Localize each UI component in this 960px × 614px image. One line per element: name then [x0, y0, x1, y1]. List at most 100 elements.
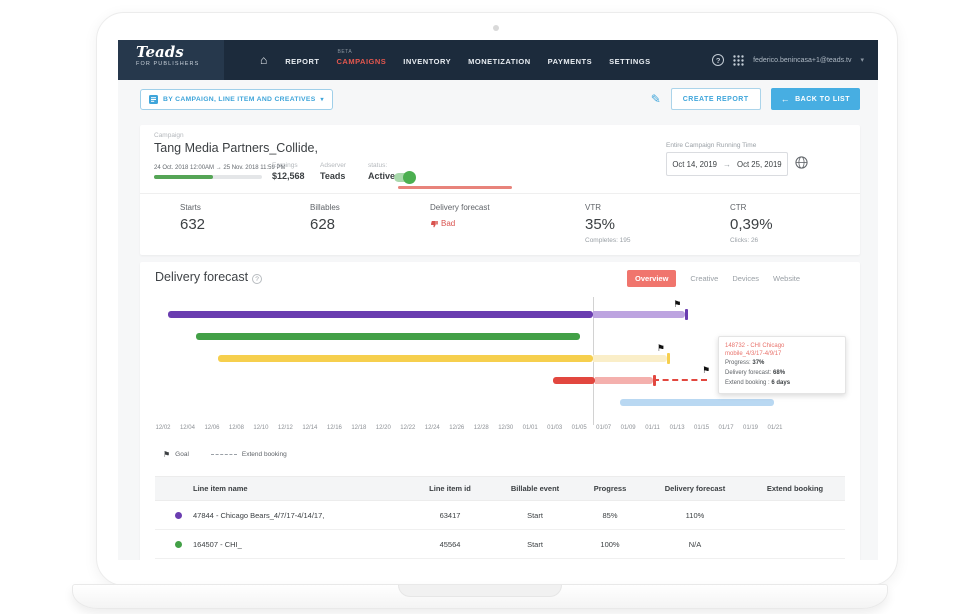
stat-value: 0,39%: [730, 216, 773, 233]
logo-tagline: FOR PUBLISHERS: [136, 61, 224, 67]
nav-item-label: PAYMENTS: [548, 57, 592, 66]
apps-grid-icon[interactable]: [733, 55, 744, 66]
goal-tick: [667, 353, 670, 364]
nav-item-label: REPORT: [285, 57, 319, 66]
col-extend-booking: Extend booking: [745, 477, 845, 501]
gantt-bar[interactable]: [620, 399, 774, 406]
campaign-section-label: Campaign: [154, 132, 184, 139]
x-axis-label: 12/30: [498, 425, 513, 431]
stat-bad-value: Bad: [430, 219, 490, 228]
goal-tick: [685, 309, 688, 320]
scroll-indicator[interactable]: [398, 186, 512, 189]
teads-logo[interactable]: Teads FOR PUBLISHERS: [118, 40, 224, 80]
gantt-bar-forecast[interactable]: [595, 377, 653, 384]
nav-item-payments[interactable]: PAYMENTS: [548, 55, 592, 66]
arrow-right-icon: →: [723, 160, 731, 169]
col-progress: Progress: [575, 477, 645, 501]
tab-website[interactable]: Website: [773, 274, 800, 283]
line-item-color-dot: [175, 512, 182, 519]
delivery-forecast-card: Delivery forecast ? Overview Creative Devi…: [140, 262, 860, 560]
goal-flag-icon: ⚑: [673, 300, 681, 309]
user-menu-chevron-icon[interactable]: ▾: [860, 56, 864, 64]
gantt-plot: ⚑⚑⚑12/0212/0412/0612/0812/1012/1212/1412…: [163, 297, 775, 442]
stat-label: VTR: [585, 203, 631, 212]
nav-item-settings[interactable]: SETTINGS: [609, 55, 651, 66]
stat-value: 628: [310, 216, 340, 233]
legend-extend-booking: Extend booking: [211, 451, 287, 458]
nav-item-label: SETTINGS: [609, 57, 651, 66]
webcam-dot: [493, 25, 499, 31]
help-icon[interactable]: ?: [712, 54, 724, 66]
globe-icon[interactable]: [795, 156, 808, 169]
running-time-start: Oct 14, 2019: [672, 160, 717, 169]
stat-label: Billables: [310, 203, 340, 212]
gantt-bar[interactable]: [553, 377, 595, 384]
stat-starts: Starts632: [180, 203, 205, 233]
gantt-bar-forecast[interactable]: [593, 311, 685, 318]
flag-icon: ⚑: [163, 450, 170, 459]
x-axis-label: 01/21: [767, 425, 782, 431]
x-axis-label: 12/10: [253, 425, 268, 431]
extend-booking-cell: [745, 530, 845, 559]
edit-pencil-icon[interactable]: ✎: [651, 92, 661, 106]
table-row[interactable]: 47844 - Chicago Bears_4/7/17-4/14/17,634…: [155, 501, 845, 530]
create-report-button[interactable]: CREATE REPORT: [671, 88, 761, 110]
gantt-bar-forecast[interactable]: [593, 355, 667, 362]
x-axis-label: 12/04: [180, 425, 195, 431]
tooltip-forecast: Delivery forecast: 68%: [725, 368, 839, 378]
running-time-input[interactable]: Oct 14, 2019 → Oct 25, 2019: [666, 152, 788, 176]
user-email[interactable]: federico.benincasa+1@teads.tv: [753, 57, 851, 64]
x-axis-label: 12/20: [376, 425, 391, 431]
billable-event-cell: Start: [495, 501, 575, 530]
tab-overview[interactable]: Overview: [627, 270, 676, 287]
earnings-label: Earnings: [272, 162, 298, 169]
x-axis-label: 01/17: [719, 425, 734, 431]
adserver-value: Teads: [320, 171, 345, 181]
nav-item-report[interactable]: REPORT: [285, 55, 319, 66]
table-header-row: Line item name Line item id Billable eve…: [155, 477, 845, 501]
nav-item-label: CAMPAIGNS: [337, 57, 387, 66]
nav-item-inventory[interactable]: INVENTORY: [403, 55, 451, 66]
x-axis-label: 01/13: [670, 425, 685, 431]
stat-label: Starts: [180, 203, 205, 212]
tab-devices[interactable]: Devices: [732, 274, 759, 283]
status-label: status:: [368, 162, 387, 169]
line-item-id-cell: 45564: [405, 530, 495, 559]
x-axis-label: 01/01: [523, 425, 538, 431]
tab-creative[interactable]: Creative: [690, 274, 718, 283]
table-row[interactable]: 164507 - CHI_45564Start100%N/A: [155, 530, 845, 559]
nav-item-label: INVENTORY: [403, 57, 451, 66]
back-to-list-label: BACK TO LIST: [795, 96, 850, 103]
legend-goal-label: Goal: [175, 451, 189, 458]
x-axis-label: 12/26: [449, 425, 464, 431]
x-axis-label: 12/18: [351, 425, 366, 431]
section-title: Delivery forecast: [155, 270, 248, 284]
beta-badge: BETA: [338, 49, 353, 55]
line-item-name-cell: 164507 - CHI_: [155, 530, 405, 559]
line-item-name-cell: 47844 - Chicago Bears_4/7/17-4/14/17,: [155, 501, 405, 530]
progress-cell: 100%: [575, 530, 645, 559]
delivery-forecast-cell: 110%: [645, 501, 745, 530]
x-axis-label: 12/22: [400, 425, 415, 431]
stat-vtr: VTR35%Completes: 195: [585, 203, 631, 244]
gantt-bar[interactable]: [218, 355, 593, 362]
status-toggle[interactable]: [394, 173, 414, 182]
gantt-tooltip: 148732 - CHI Chicago mobile_4/3/17-4/9/1…: [718, 336, 846, 394]
nav-menu: REPORT BETACAMPAIGNS INVENTORY MONETIZATION…: [285, 55, 650, 66]
gantt-bar[interactable]: [168, 311, 593, 318]
home-icon[interactable]: ⌂: [260, 55, 267, 65]
help-question-icon[interactable]: ?: [252, 274, 262, 284]
line-item-id-cell: 63417: [405, 501, 495, 530]
x-axis-label: 12/16: [327, 425, 342, 431]
gantt-bar[interactable]: [196, 333, 580, 340]
table-body: 47844 - Chicago Bears_4/7/17-4/14/17,634…: [155, 501, 845, 559]
nav-item-campaigns[interactable]: BETACAMPAIGNS: [337, 55, 387, 66]
col-billable-event: Billable event: [495, 477, 575, 501]
running-time-label: Entire Campaign Running Time: [666, 142, 756, 149]
view-filter-dropdown[interactable]: BY CAMPAIGN, LINE ITEM AND CREATIVES ▾: [140, 89, 333, 110]
x-axis-label: 12/14: [302, 425, 317, 431]
back-to-list-button[interactable]: ← BACK TO LIST: [771, 88, 860, 110]
nav-item-monetization[interactable]: MONETIZATION: [468, 55, 531, 66]
x-axis-label: 12/24: [425, 425, 440, 431]
x-axis-label: 01/19: [743, 425, 758, 431]
